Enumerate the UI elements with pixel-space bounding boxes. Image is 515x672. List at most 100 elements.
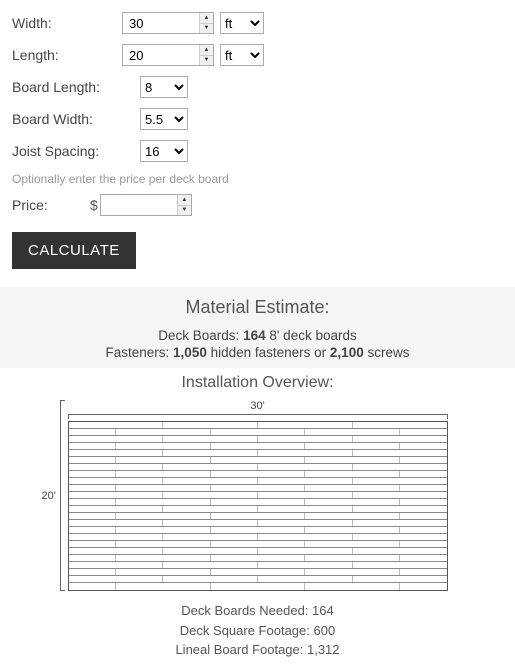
- board-segment: [353, 492, 447, 498]
- board-segment: [69, 457, 117, 463]
- overview-heading: Installation Overview:: [10, 374, 505, 392]
- board-segment: [400, 541, 447, 547]
- board-segment: [305, 555, 400, 561]
- board-segment: [211, 513, 306, 519]
- estimate-fasteners: Fasteners: 1,050 hidden fasteners or 2,1…: [8, 345, 507, 360]
- board-segment: [69, 429, 117, 435]
- board-segment: [400, 485, 447, 491]
- currency-symbol: $: [90, 197, 98, 213]
- board-segment: [305, 527, 400, 533]
- length-label: Length:: [12, 47, 122, 63]
- board-segment: [305, 485, 400, 491]
- board-segment: [163, 548, 258, 554]
- board-segment: [258, 562, 353, 568]
- board-segment: [400, 457, 447, 463]
- board-segment: [258, 422, 353, 428]
- estimate-heading: Material Estimate:: [8, 297, 507, 318]
- board-segment: [353, 464, 447, 470]
- board-segment: [163, 450, 258, 456]
- board-segment: [305, 429, 400, 435]
- board-segment: [258, 576, 353, 582]
- board-width-label: Board Width:: [12, 111, 122, 127]
- board-segment: [258, 520, 353, 526]
- board-segment: [69, 562, 164, 568]
- board-row: [69, 548, 447, 555]
- length-spinner[interactable]: ▲▼: [199, 45, 213, 65]
- board-row: [69, 527, 447, 534]
- installation-overview-panel: Installation Overview: 30' 20' Deck Boar…: [0, 368, 515, 672]
- stat-lineal-footage: Lineal Board Footage: 1,312: [10, 640, 505, 660]
- board-segment: [258, 506, 353, 512]
- board-segment: [305, 583, 400, 590]
- board-segment: [211, 527, 306, 533]
- board-segment: [400, 429, 447, 435]
- board-segment: [353, 506, 447, 512]
- board-segment: [69, 485, 117, 491]
- board-row: [69, 443, 447, 450]
- board-segment: [69, 527, 117, 533]
- board-segment: [353, 478, 447, 484]
- price-label: Price:: [12, 197, 90, 213]
- board-segment: [258, 464, 353, 470]
- width-unit-select[interactable]: ft: [220, 12, 264, 34]
- board-segment: [353, 548, 447, 554]
- board-row: [69, 429, 447, 436]
- board-segment: [163, 464, 258, 470]
- board-segment: [69, 499, 117, 505]
- board-row: [69, 436, 447, 443]
- board-segment: [69, 422, 164, 428]
- board-row: [69, 583, 447, 590]
- board-segment: [305, 443, 400, 449]
- board-segment: [69, 464, 164, 470]
- board-segment: [211, 555, 306, 561]
- board-length-select[interactable]: 8: [140, 76, 188, 98]
- board-segment: [353, 534, 447, 540]
- calculate-button[interactable]: CALCULATE: [12, 232, 136, 269]
- board-segment: [305, 457, 400, 463]
- board-segment: [69, 492, 164, 498]
- board-row: [69, 499, 447, 506]
- board-segment: [400, 555, 447, 561]
- board-segment: [353, 562, 447, 568]
- board-segment: [258, 534, 353, 540]
- board-segment: [305, 499, 400, 505]
- board-segment: [163, 562, 258, 568]
- width-spinner[interactable]: ▲▼: [199, 13, 213, 33]
- board-segment: [69, 534, 164, 540]
- board-row: [69, 513, 447, 520]
- board-segment: [116, 569, 211, 575]
- board-segment: [163, 534, 258, 540]
- board-row: [69, 562, 447, 569]
- board-segment: [211, 569, 306, 575]
- board-segment: [353, 436, 447, 442]
- board-row: [69, 555, 447, 562]
- board-segment: [211, 583, 306, 590]
- board-segment: [69, 450, 164, 456]
- board-row: [69, 576, 447, 583]
- board-width-select[interactable]: 5.5: [140, 108, 188, 130]
- board-row: [69, 492, 447, 499]
- width-label: Width:: [12, 15, 122, 31]
- board-segment: [116, 457, 211, 463]
- board-row: [69, 541, 447, 548]
- board-segment: [258, 436, 353, 442]
- price-hint: Optionally enter the price per deck boar…: [12, 172, 503, 186]
- board-segment: [69, 541, 117, 547]
- board-segment: [305, 471, 400, 477]
- deck-diagram: 30' 20': [68, 400, 448, 591]
- joist-spacing-select[interactable]: 16: [140, 140, 188, 162]
- board-segment: [258, 492, 353, 498]
- board-segment: [116, 499, 211, 505]
- board-segment: [400, 527, 447, 533]
- board-segment: [211, 485, 306, 491]
- board-segment: [211, 541, 306, 547]
- board-segment: [305, 513, 400, 519]
- board-segment: [400, 583, 447, 590]
- length-unit-select[interactable]: ft: [220, 44, 264, 66]
- board-row: [69, 485, 447, 492]
- board-segment: [69, 436, 164, 442]
- board-segment: [116, 471, 211, 477]
- board-segment: [211, 443, 306, 449]
- board-segment: [400, 499, 447, 505]
- price-spinner[interactable]: ▲▼: [177, 195, 191, 215]
